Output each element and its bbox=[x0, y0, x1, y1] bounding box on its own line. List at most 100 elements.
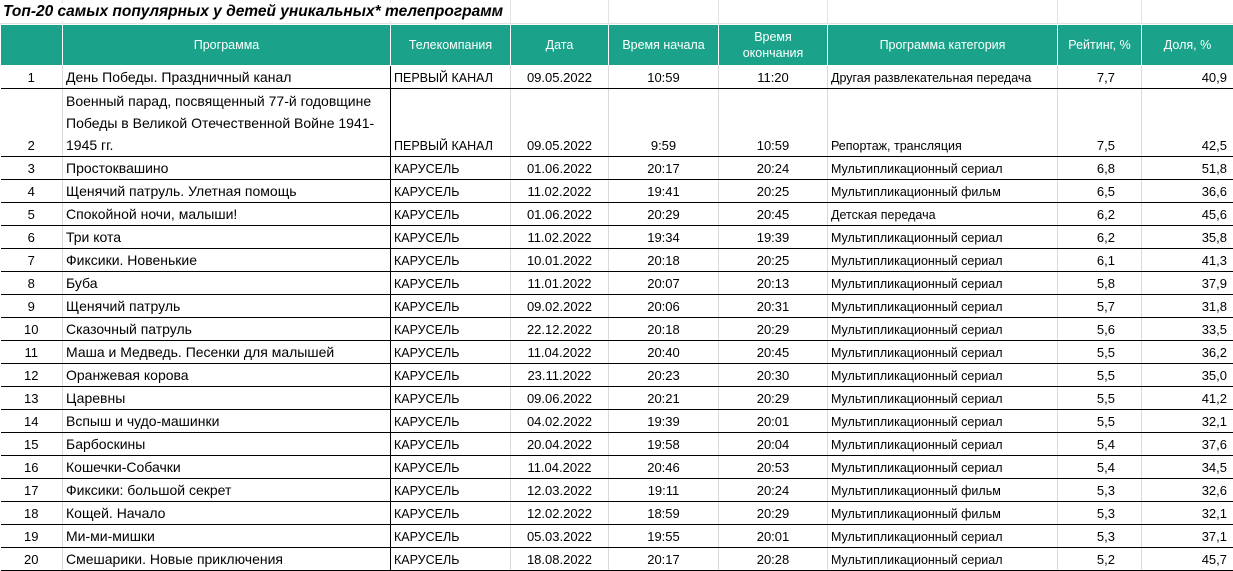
cell-category[interactable]: Мультипликационный сериал bbox=[828, 272, 1058, 295]
cell-category[interactable]: Мультипликационный сериал bbox=[828, 249, 1058, 272]
cell-rating[interactable]: 6,5 bbox=[1058, 180, 1142, 203]
cell-category[interactable]: Мультипликационный сериал bbox=[828, 318, 1058, 341]
cell-program[interactable]: Царевны bbox=[63, 387, 391, 410]
cell-share[interactable]: 35,8 bbox=[1142, 226, 1233, 249]
cell-rank[interactable]: 17 bbox=[1, 479, 63, 502]
cell-end-time[interactable]: 20:13 bbox=[719, 272, 828, 295]
cell-rating[interactable]: 5,5 bbox=[1058, 341, 1142, 364]
cell-rating[interactable]: 5,3 bbox=[1058, 502, 1142, 525]
cell-rating[interactable]: 5,2 bbox=[1058, 548, 1142, 571]
cell-category[interactable]: Мультипликационный сериал bbox=[828, 226, 1058, 249]
cell-channel[interactable]: КАРУСЕЛЬ bbox=[391, 410, 511, 433]
cell-share[interactable]: 32,6 bbox=[1142, 479, 1233, 502]
cell-share[interactable]: 45,7 bbox=[1142, 548, 1233, 571]
cell-share[interactable]: 32,1 bbox=[1142, 410, 1233, 433]
cell-rank[interactable]: 16 bbox=[1, 456, 63, 479]
cell-program[interactable]: Фиксики. Новенькие bbox=[63, 249, 391, 272]
cell-rank[interactable]: 6 bbox=[1, 226, 63, 249]
cell-program[interactable]: День Победы. Праздничный канал bbox=[63, 66, 391, 89]
cell-date[interactable]: 20.04.2022 bbox=[511, 433, 609, 456]
cell-category[interactable]: Мультипликационный сериал bbox=[828, 433, 1058, 456]
cell-share[interactable]: 45,6 bbox=[1142, 203, 1233, 226]
cell-share[interactable]: 37,9 bbox=[1142, 272, 1233, 295]
cell-start-time[interactable]: 20:07 bbox=[609, 272, 719, 295]
cell-category[interactable]: Детская передача bbox=[828, 203, 1058, 226]
cell-rank[interactable]: 7 bbox=[1, 249, 63, 272]
cell-date[interactable]: 18.08.2022 bbox=[511, 548, 609, 571]
cell-start-time[interactable]: 20:18 bbox=[609, 318, 719, 341]
cell-rating[interactable]: 6,2 bbox=[1058, 203, 1142, 226]
header-program[interactable]: Программа bbox=[63, 25, 391, 66]
cell-date[interactable]: 09.02.2022 bbox=[511, 295, 609, 318]
cell-share[interactable]: 51,8 bbox=[1142, 157, 1233, 180]
cell-rating[interactable]: 5,5 bbox=[1058, 410, 1142, 433]
cell-end-time[interactable]: 20:01 bbox=[719, 410, 828, 433]
cell-date[interactable]: 11.02.2022 bbox=[511, 180, 609, 203]
cell-start-time[interactable]: 20:18 bbox=[609, 249, 719, 272]
cell-rank[interactable]: 2 bbox=[1, 89, 63, 157]
cell-end-time[interactable]: 20:45 bbox=[719, 341, 828, 364]
cell-channel[interactable]: КАРУСЕЛЬ bbox=[391, 272, 511, 295]
cell-date[interactable]: 10.01.2022 bbox=[511, 249, 609, 272]
cell-program[interactable]: Кошечки-Собачки bbox=[63, 456, 391, 479]
cell-rating[interactable]: 5,5 bbox=[1058, 364, 1142, 387]
cell-start-time[interactable]: 19:55 bbox=[609, 525, 719, 548]
cell-program[interactable]: Кощей. Начало bbox=[63, 502, 391, 525]
cell-end-time[interactable]: 20:04 bbox=[719, 433, 828, 456]
cell-category[interactable]: Мультипликационный фильм bbox=[828, 502, 1058, 525]
cell-channel[interactable]: КАРУСЕЛЬ bbox=[391, 318, 511, 341]
cell-rating[interactable]: 5,5 bbox=[1058, 387, 1142, 410]
cell-program[interactable]: Сказочный патруль bbox=[63, 318, 391, 341]
cell-date[interactable]: 01.06.2022 bbox=[511, 203, 609, 226]
cell-channel[interactable]: ПЕРВЫЙ КАНАЛ bbox=[391, 89, 511, 157]
cell-category[interactable]: Репортаж, трансляция bbox=[828, 89, 1058, 157]
cell-share[interactable]: 31,8 bbox=[1142, 295, 1233, 318]
cell-start-time[interactable]: 20:40 bbox=[609, 341, 719, 364]
cell-start-time[interactable]: 18:59 bbox=[609, 502, 719, 525]
cell-start-time[interactable]: 20:23 bbox=[609, 364, 719, 387]
cell-program[interactable]: Три кота bbox=[63, 226, 391, 249]
cell-program[interactable]: Смешарики. Новые приключения bbox=[63, 548, 391, 571]
cell-end-time[interactable]: 19:39 bbox=[719, 226, 828, 249]
header-share[interactable]: Доля, % bbox=[1142, 25, 1233, 66]
cell-rank[interactable]: 3 bbox=[1, 157, 63, 180]
cell-rating[interactable]: 6,1 bbox=[1058, 249, 1142, 272]
header-rating[interactable]: Рейтинг, % bbox=[1058, 25, 1142, 66]
cell-start-time[interactable]: 20:21 bbox=[609, 387, 719, 410]
cell-program[interactable]: Барбоскины bbox=[63, 433, 391, 456]
cell-end-time[interactable]: 10:59 bbox=[719, 89, 828, 157]
cell-share[interactable]: 37,6 bbox=[1142, 433, 1233, 456]
cell-end-time[interactable]: 20:30 bbox=[719, 364, 828, 387]
cell-channel[interactable]: КАРУСЕЛЬ bbox=[391, 203, 511, 226]
cell-start-time[interactable]: 19:11 bbox=[609, 479, 719, 502]
cell-share[interactable]: 37,1 bbox=[1142, 525, 1233, 548]
cell-end-time[interactable]: 20:28 bbox=[719, 548, 828, 571]
cell-end-time[interactable]: 20:29 bbox=[719, 318, 828, 341]
cell-program[interactable]: Ми-ми-мишки bbox=[63, 525, 391, 548]
cell-date[interactable]: 09.05.2022 bbox=[511, 66, 609, 89]
cell-category[interactable]: Мультипликационный сериал bbox=[828, 157, 1058, 180]
cell-start-time[interactable]: 9:59 bbox=[609, 89, 719, 157]
cell-category[interactable]: Мультипликационный сериал bbox=[828, 410, 1058, 433]
cell-channel[interactable]: КАРУСЕЛЬ bbox=[391, 456, 511, 479]
cell-rank[interactable]: 13 bbox=[1, 387, 63, 410]
header-start-time[interactable]: Время начала bbox=[609, 25, 719, 66]
cell-start-time[interactable]: 20:06 bbox=[609, 295, 719, 318]
cell-share[interactable]: 41,3 bbox=[1142, 249, 1233, 272]
cell-end-time[interactable]: 20:25 bbox=[719, 180, 828, 203]
cell-end-time[interactable]: 20:29 bbox=[719, 502, 828, 525]
cell-date[interactable]: 12.03.2022 bbox=[511, 479, 609, 502]
cell-end-time[interactable]: 20:25 bbox=[719, 249, 828, 272]
cell-rank[interactable]: 15 bbox=[1, 433, 63, 456]
cell-category[interactable]: Мультипликационный сериал bbox=[828, 548, 1058, 571]
cell-date[interactable]: 12.02.2022 bbox=[511, 502, 609, 525]
cell-end-time[interactable]: 20:45 bbox=[719, 203, 828, 226]
cell-date[interactable]: 04.02.2022 bbox=[511, 410, 609, 433]
cell-channel[interactable]: КАРУСЕЛЬ bbox=[391, 364, 511, 387]
cell-program[interactable]: Фиксики: большой секрет bbox=[63, 479, 391, 502]
cell-channel[interactable]: КАРУСЕЛЬ bbox=[391, 433, 511, 456]
cell-end-time[interactable]: 20:24 bbox=[719, 157, 828, 180]
cell-date[interactable]: 09.05.2022 bbox=[511, 89, 609, 157]
header-end-time[interactable]: Время окончания bbox=[719, 25, 828, 66]
header-channel[interactable]: Телекомпания bbox=[391, 25, 511, 66]
